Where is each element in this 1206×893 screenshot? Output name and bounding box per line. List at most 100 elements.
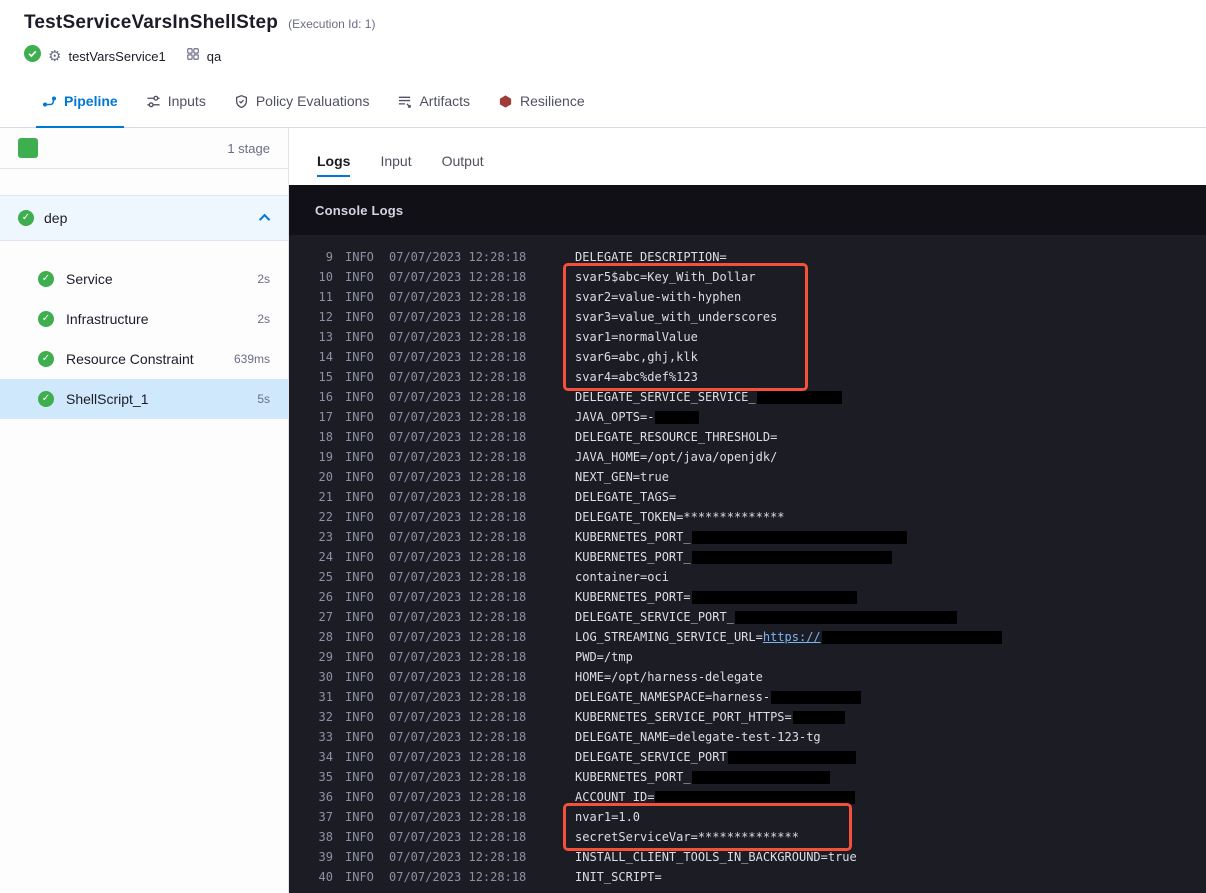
console-title: Console Logs xyxy=(315,202,404,218)
log-level: INFO xyxy=(345,870,374,884)
log-timestamp: 07/07/2023 12:28:18 xyxy=(389,250,527,264)
tab-policy-evaluations[interactable]: Policy Evaluations xyxy=(220,75,384,127)
tab-artifacts[interactable]: Artifacts xyxy=(383,75,484,127)
log-line-number: 27 xyxy=(318,610,333,624)
meta-row: ⚙ testVarsService1 qa xyxy=(24,45,1182,67)
log-message-text: svar4=abc%def%123 xyxy=(575,370,698,384)
log-line-number: 36 xyxy=(318,790,333,804)
chevron-up-icon[interactable] xyxy=(258,213,271,226)
log-message-text: container=oci xyxy=(575,570,669,584)
log-line: 11 INFO 07/07/2023 12:28:18 svar2=value-wit… xyxy=(289,287,1206,307)
log-message-text: svar1=normalValue xyxy=(575,330,698,344)
log-message-text: NEXT_GEN=true xyxy=(575,470,669,484)
console-section-header[interactable]: Console Logs xyxy=(289,185,1206,235)
log-message: KUBERNETES_PORT= xyxy=(575,587,858,607)
log-message: DELEGATE_DESCRIPTION= xyxy=(575,247,727,267)
log-message-text: DELEGATE_SERVICE_PORT_ xyxy=(575,610,734,624)
step-row-resource-constraint[interactable]: ✓ Resource Constraint 639ms xyxy=(0,339,288,379)
log-timestamp: 07/07/2023 12:28:18 xyxy=(389,430,527,444)
log-tab-input[interactable]: Input xyxy=(380,153,411,185)
log-timestamp: 07/07/2023 12:28:18 xyxy=(389,350,527,364)
log-message: svar5$abc=Key_With_Dollar xyxy=(575,267,756,287)
log-timestamp: 07/07/2023 12:28:18 xyxy=(389,870,527,884)
log-line: 21 INFO 07/07/2023 12:28:18 DELEGATE_TAGS= xyxy=(289,487,1206,507)
log-message-text: DELEGATE_SERVICE_SERVICE_ xyxy=(575,390,756,404)
log-message-text: KUBERNETES_PORT_ xyxy=(575,770,691,784)
log-level: INFO xyxy=(345,590,374,604)
log-level: INFO xyxy=(345,450,374,464)
log-level: INFO xyxy=(345,810,374,824)
step-row-infrastructure[interactable]: ✓ Infrastructure 2s xyxy=(0,299,288,339)
log-level: INFO xyxy=(345,490,374,504)
log-level: INFO xyxy=(345,690,374,704)
log-message-text: KUBERNETES_PORT_ xyxy=(575,550,691,564)
log-message-text: INIT_SCRIPT= xyxy=(575,870,662,884)
tab-pipeline[interactable]: Pipeline xyxy=(28,75,132,128)
log-timestamp: 07/07/2023 12:28:18 xyxy=(389,830,527,844)
log-message-text: KUBERNETES_SERVICE_PORT_HTTPS= xyxy=(575,710,792,724)
log-line-number: 37 xyxy=(318,810,333,824)
log-line-number: 31 xyxy=(318,690,333,704)
inputs-icon xyxy=(146,94,161,109)
environment-name[interactable]: qa xyxy=(207,49,221,64)
log-timestamp: 07/07/2023 12:28:18 xyxy=(389,310,527,324)
log-message-text: svar3=value_with_underscores xyxy=(575,310,778,324)
log-message-text: svar6=abc,ghj,klk xyxy=(575,350,698,364)
step-row-shellscript-1[interactable]: ✓ ShellScript_1 5s xyxy=(0,379,288,419)
redacted-block xyxy=(792,710,845,724)
execution-sidebar: 1 stage ✓ dep ✓ Service 2s ✓ Infrastructure 2… xyxy=(0,128,289,893)
page-title: TestServiceVarsInShellStep xyxy=(24,12,279,33)
log-message-text: DELEGATE_TOKEN=************** xyxy=(575,510,785,524)
stage-row-dep[interactable]: ✓ dep xyxy=(0,195,288,241)
log-line: 34 INFO 07/07/2023 12:28:18 DELEGATE_SERVIC… xyxy=(289,747,1206,767)
redacted-block xyxy=(756,390,842,404)
log-tab-logs[interactable]: Logs xyxy=(317,153,351,185)
log-line: 18 INFO 07/07/2023 12:28:18 DELEGATE_RESOUR… xyxy=(289,427,1206,447)
log-line: 26 INFO 07/07/2023 12:28:18 KUBERNETES_PORT… xyxy=(289,587,1206,607)
gear-icon: ⚙ xyxy=(48,47,62,65)
log-level: INFO xyxy=(345,790,374,804)
log-timestamp: 07/07/2023 12:28:18 xyxy=(389,510,527,524)
log-line: 31 INFO 07/07/2023 12:28:18 DELEGATE_NAMESP… xyxy=(289,687,1206,707)
step-row-service[interactable]: ✓ Service 2s xyxy=(0,259,288,299)
log-message-text: ACCOUNT_ID= xyxy=(575,790,655,804)
log-line: 39 INFO 07/07/2023 12:28:18 INSTALL_CLIENT_… xyxy=(289,847,1206,867)
log-message-text: LOG_STREAMING_SERVICE_URL= xyxy=(575,630,763,644)
redacted-block xyxy=(734,610,957,624)
log-timestamp: 07/07/2023 12:28:18 xyxy=(389,330,527,344)
app-header: TestServiceVarsInShellStep (Execution Id… xyxy=(0,0,1206,75)
log-level: INFO xyxy=(345,390,374,404)
log-message-link[interactable]: https:// xyxy=(763,627,821,647)
log-level: INFO xyxy=(345,310,374,324)
redacted-block xyxy=(691,770,830,784)
artifacts-icon xyxy=(397,94,412,109)
log-message-text: DELEGATE_SERVICE_PORT xyxy=(575,750,727,764)
log-line-number: 34 xyxy=(318,750,333,764)
step-name: ShellScript_1 xyxy=(66,391,149,407)
log-line-number: 24 xyxy=(318,550,333,564)
log-message-text: svar5$abc=Key_With_Dollar xyxy=(575,270,756,284)
log-line: 16 INFO 07/07/2023 12:28:18 DELEGATE_SERVIC… xyxy=(289,387,1206,407)
log-level: INFO xyxy=(345,290,374,304)
tab-resilience[interactable]: Resilience xyxy=(484,75,599,127)
tab-label: Resilience xyxy=(520,93,585,109)
log-timestamp: 07/07/2023 12:28:18 xyxy=(389,590,527,604)
log-message: KUBERNETES_PORT_ xyxy=(575,527,908,547)
log-message-text: svar2=value-with-hyphen xyxy=(575,290,742,304)
environment-grid-icon xyxy=(186,47,200,66)
log-timestamp: 07/07/2023 12:28:18 xyxy=(389,770,527,784)
log-tab-output[interactable]: Output xyxy=(442,153,484,185)
console-panel: Console Logs 9 INFO 07/07/2023 12:28:18 DEL… xyxy=(289,185,1206,893)
log-line-number: 11 xyxy=(318,290,333,304)
log-line: 15 INFO 07/07/2023 12:28:18 svar4=abc%def%1… xyxy=(289,367,1206,387)
service-name[interactable]: testVarsService1 xyxy=(68,49,165,64)
tab-inputs[interactable]: Inputs xyxy=(132,75,220,127)
log-message: KUBERNETES_PORT_ xyxy=(575,547,893,567)
redacted-block xyxy=(655,410,700,424)
tab-label: Artifacts xyxy=(419,93,471,109)
log-message-text: DELEGATE_TAGS= xyxy=(575,490,677,504)
log-message: DELEGATE_TAGS= xyxy=(575,487,676,507)
stage-minimap-swatch[interactable] xyxy=(18,138,38,158)
log-line-number: 22 xyxy=(318,510,333,524)
log-scroll-area[interactable]: 9 INFO 07/07/2023 12:28:18 DELEGATE_DESCRIP… xyxy=(289,235,1206,893)
